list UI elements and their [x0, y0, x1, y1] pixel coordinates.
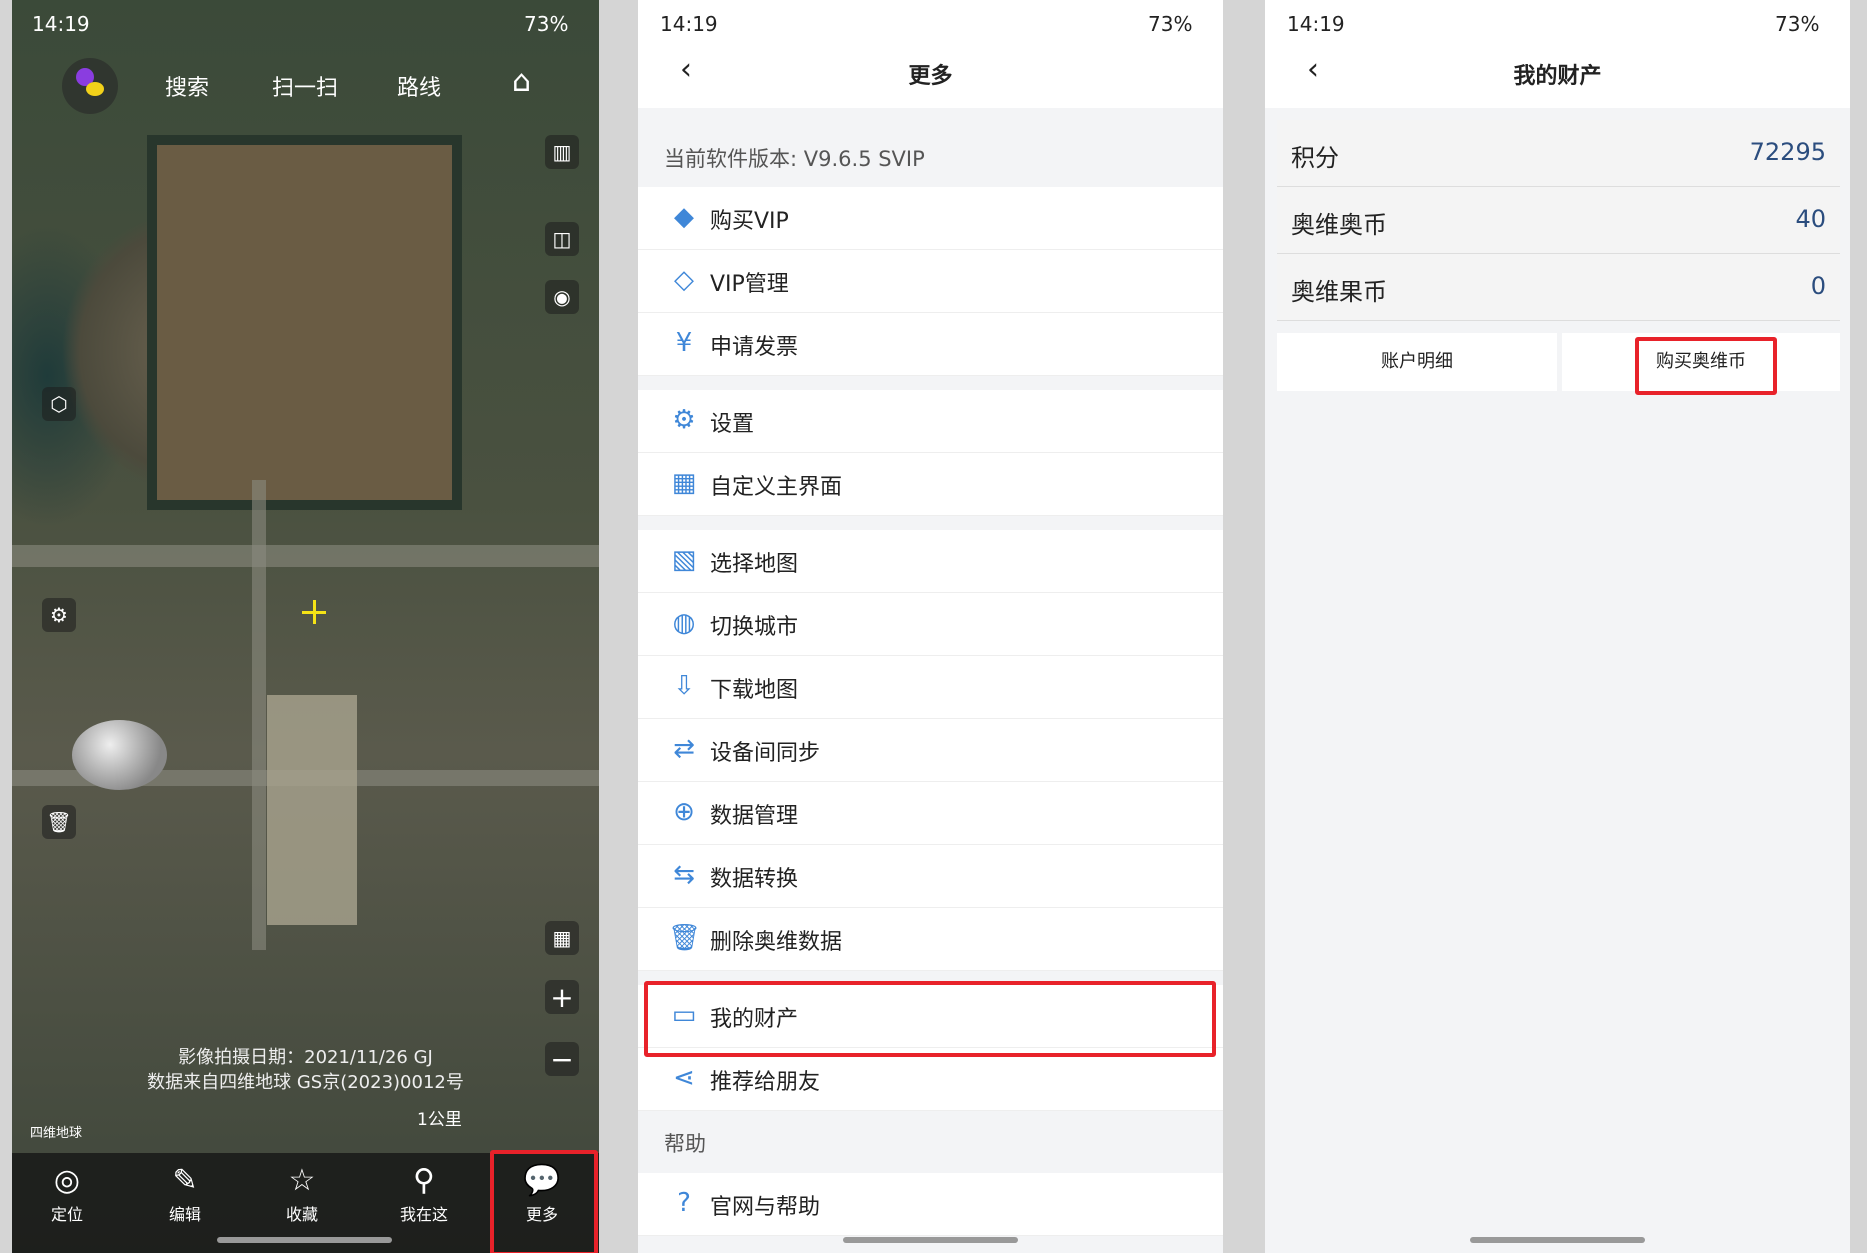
- nav-favorites[interactable]: ☆ 收藏: [272, 1161, 332, 1225]
- data-source: 数据来自四维地球 GS京(2023)0012号: [147, 1072, 464, 1093]
- palace-area: [147, 135, 462, 510]
- assets-screen: 14:19 73% ‹ 我的财产 积分 72295 奥维奥币 40 奥维果币 0 账户…: [1265, 0, 1850, 1253]
- menu-switch-city[interactable]: ◍ 切换城市: [638, 593, 1223, 656]
- dome-building: [72, 720, 167, 790]
- menu-invoice[interactable]: ¥ 申请发票: [638, 313, 1223, 376]
- nav-here[interactable]: ⚲ 我在这: [394, 1161, 454, 1225]
- page-title: 我的财产: [1513, 64, 1602, 89]
- status-time: 14:19: [660, 12, 718, 36]
- road: [252, 480, 266, 950]
- menu-recommend[interactable]: ⋖ 推荐给朋友: [638, 1048, 1223, 1111]
- download-icon: ⇩: [673, 671, 695, 701]
- home-indicator: [843, 1237, 1018, 1243]
- settings-icon[interactable]: ⚙: [42, 598, 76, 632]
- account-detail-button[interactable]: 账户明细: [1277, 333, 1557, 391]
- menu-buy-vip[interactable]: ◆ 购买VIP: [638, 187, 1223, 250]
- star-icon: ☆: [288, 1163, 316, 1198]
- map-screen: 14:19 73% 搜索 扫一扫 路线 ⌂ ▥ ◫ ◉ ⬡ ⚙ 🗑 ▦ + − …: [12, 0, 599, 1253]
- asset-row-guocoin: 奥维果币 0: [1277, 254, 1840, 321]
- menu-settings[interactable]: ⚙ 设置: [638, 390, 1223, 453]
- page-title: 更多: [908, 64, 953, 89]
- gear-icon: ⚙: [672, 405, 696, 435]
- highlight-buy-coin: [1635, 337, 1777, 395]
- edit-icon: ✎: [172, 1163, 198, 1198]
- highlight-my-assets: [644, 981, 1216, 1057]
- diamond-icon: ◆: [674, 202, 694, 232]
- book-icon[interactable]: ▥: [545, 135, 579, 169]
- asset-row-aocoin: 奥维奥币 40: [1277, 187, 1840, 254]
- city-icon: ◍: [672, 608, 696, 638]
- diamond-outline-icon: ◇: [674, 265, 694, 295]
- scan-button[interactable]: 扫一扫: [272, 70, 338, 102]
- grid-icon: ▦: [671, 468, 697, 498]
- more-screen: 14:19 73% ‹ 更多 当前软件版本: V9.6.5 SVIP ◆ 购买VI…: [638, 0, 1223, 1253]
- sync-icon: ⇄: [673, 734, 695, 764]
- avatar[interactable]: [62, 58, 118, 114]
- menu-delete-data[interactable]: 🗑 删除奥维数据: [638, 908, 1223, 971]
- capture-date: 影像拍摄日期：2021/11/26 GJ: [178, 1047, 433, 1068]
- menu-help[interactable]: ? 官网与帮助: [638, 1173, 1223, 1236]
- status-battery: 73%: [524, 12, 569, 36]
- search-button[interactable]: 搜索: [165, 70, 209, 102]
- layer-icon[interactable]: ▦: [545, 921, 579, 955]
- screenshot-icon[interactable]: ◫: [545, 222, 579, 256]
- home-indicator: [217, 1237, 392, 1243]
- invoice-icon: ¥: [675, 328, 693, 358]
- globe-icon: ⊕: [673, 797, 695, 827]
- nav-locate[interactable]: ◎ 定位: [37, 1161, 97, 1225]
- trash-icon: 🗑: [668, 923, 702, 953]
- route-button[interactable]: 路线: [397, 70, 441, 102]
- pin-icon: ⚲: [413, 1163, 435, 1198]
- version-label: 当前软件版本: V9.6.5 SVIP: [664, 147, 925, 171]
- road: [12, 545, 599, 567]
- header: 14:19 73% ‹ 更多: [638, 0, 1223, 108]
- menu-sync[interactable]: ⇄ 设备间同步: [638, 719, 1223, 782]
- menu-customize[interactable]: ▦ 自定义主界面: [638, 453, 1223, 516]
- status-battery: 73%: [1148, 12, 1193, 36]
- menu-vip-manage[interactable]: ◇ VIP管理: [638, 250, 1223, 313]
- home-indicator: [1470, 1237, 1645, 1243]
- menu-download-map[interactable]: ⇩ 下载地图: [638, 656, 1223, 719]
- target-icon: ◎: [53, 1163, 81, 1198]
- share-icon: ⋖: [673, 1063, 695, 1093]
- zoom-in-icon[interactable]: +: [545, 980, 579, 1014]
- asset-row-points: 积分 72295: [1277, 120, 1840, 187]
- brand-logo: 四维地球: [30, 1126, 83, 1141]
- scale-label: 1公里: [417, 1110, 462, 1130]
- crosshair-icon: [302, 600, 326, 624]
- header: 14:19 73% ‹ 我的财产: [1265, 0, 1850, 108]
- menu-data-convert[interactable]: ⇆ 数据转换: [638, 845, 1223, 908]
- status-time: 14:19: [32, 12, 90, 36]
- square: [267, 695, 357, 925]
- convert-icon: ⇆: [673, 860, 695, 890]
- highlight-more: [490, 1150, 598, 1253]
- menu-select-map[interactable]: ▧ 选择地图: [638, 530, 1223, 593]
- status-time: 14:19: [1287, 12, 1345, 36]
- camera-icon[interactable]: ◉: [545, 280, 579, 314]
- map-icon: ▧: [671, 545, 697, 575]
- home-icon[interactable]: ⌂: [512, 64, 531, 99]
- status-battery: 73%: [1775, 12, 1820, 36]
- help-section-title: 帮助: [664, 1132, 706, 1156]
- help-icon: ?: [677, 1188, 691, 1218]
- cube-icon[interactable]: ⬡: [42, 387, 76, 421]
- nav-edit[interactable]: ✎ 编辑: [155, 1161, 215, 1225]
- trash-icon[interactable]: 🗑: [42, 805, 76, 839]
- menu-data-manage[interactable]: ⊕ 数据管理: [638, 782, 1223, 845]
